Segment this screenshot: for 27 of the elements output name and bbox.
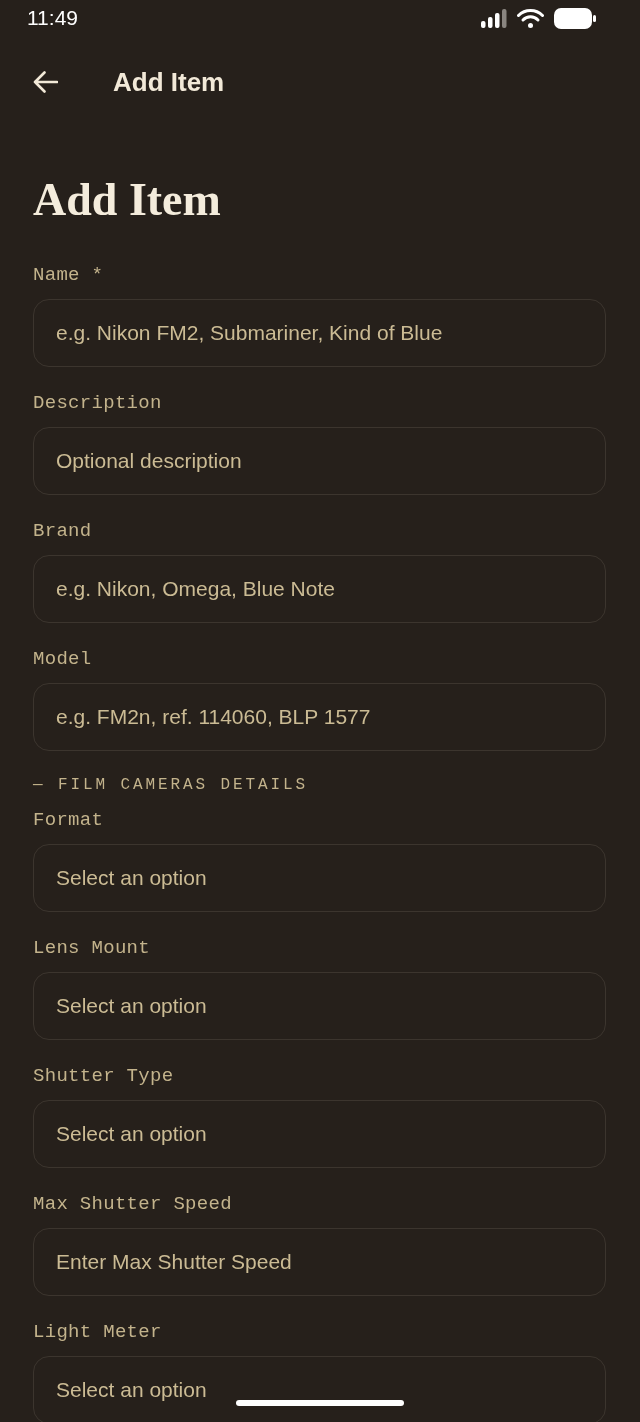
field-label: Shutter Type — [33, 1064, 174, 1088]
field-label: Light Meter — [33, 1320, 162, 1344]
field-label: Format — [33, 808, 104, 832]
input-field[interactable]: Optional description — [33, 427, 606, 495]
input-field[interactable]: e.g. Nikon, Omega, Blue Note — [33, 555, 606, 623]
back-button[interactable] — [33, 70, 58, 94]
field-label: Name * — [33, 263, 104, 287]
input-field[interactable]: Select an option — [33, 844, 606, 912]
field-label: Brand — [33, 519, 92, 543]
input-field[interactable]: Select an option — [33, 1356, 606, 1422]
page-heading: Add Item — [33, 174, 222, 226]
battery-icon — [554, 7, 596, 29]
wifi-icon — [517, 8, 544, 28]
input-field[interactable]: e.g. Nikon FM2, Submariner, Kind of Blue — [33, 299, 606, 367]
section-title: — FILM CAMERAS DETAILS — [33, 775, 309, 795]
input-field[interactable]: Select an option — [33, 972, 606, 1040]
input-field[interactable]: e.g. FM2n, ref. 114060, BLP 1577 — [33, 683, 606, 751]
field-label: Model — [33, 647, 92, 671]
signal-icon — [481, 8, 507, 28]
input-field[interactable]: Enter Max Shutter Speed — [33, 1228, 606, 1296]
back-arrow-icon — [33, 71, 58, 93]
input-field[interactable]: Select an option — [33, 1100, 606, 1168]
app-bar-title: Add Item — [113, 66, 225, 98]
field-label: Max Shutter Speed — [33, 1192, 232, 1216]
field-label: Lens Mount — [33, 936, 151, 960]
status-time: 11:49 — [27, 6, 78, 30]
field-label: Description — [33, 391, 162, 415]
